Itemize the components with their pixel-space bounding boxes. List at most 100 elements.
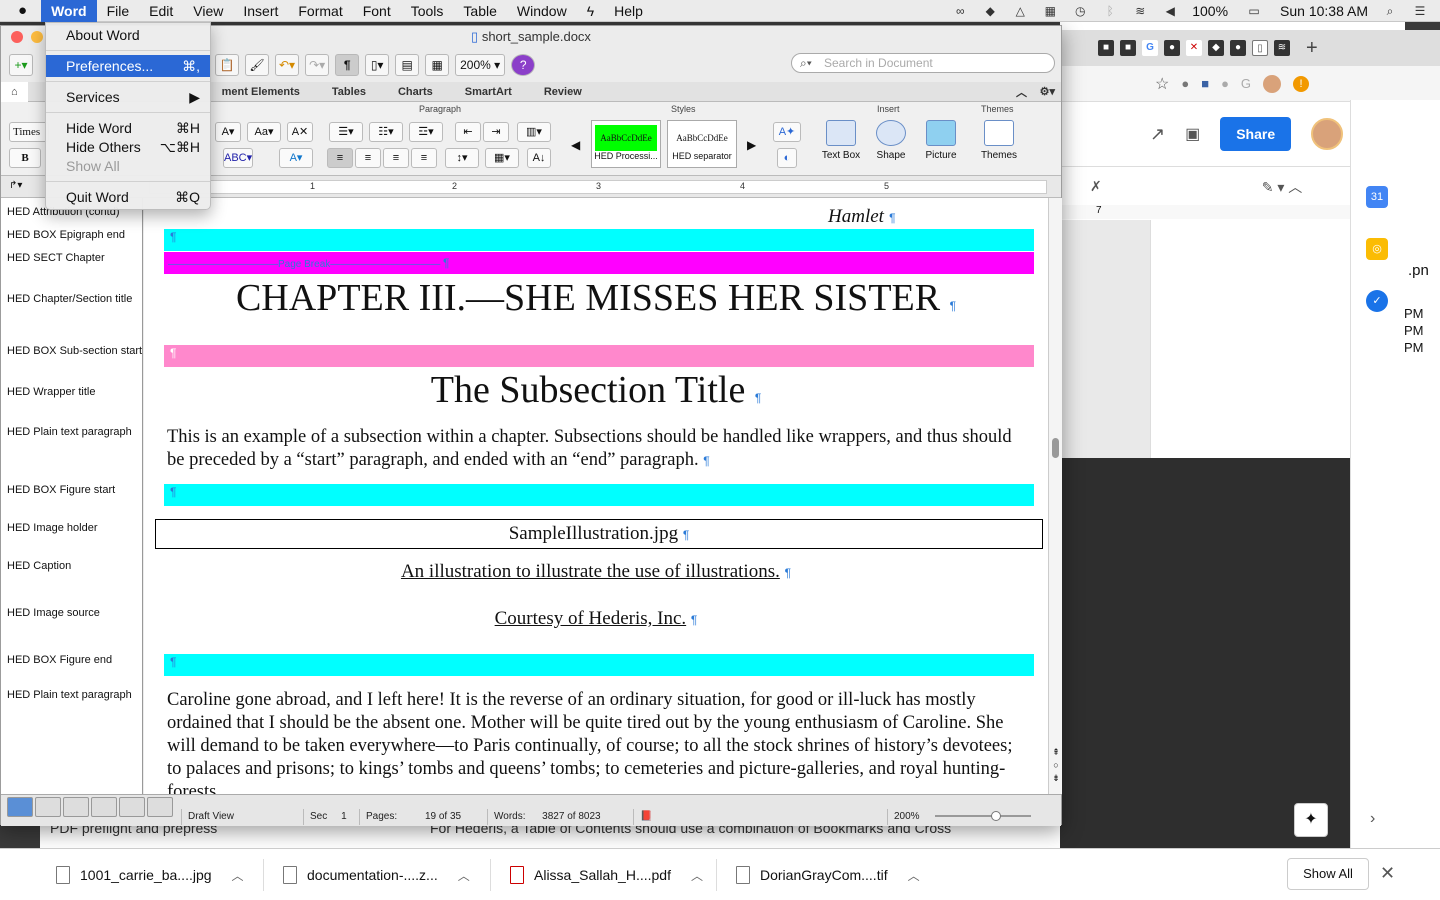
battery-icon[interactable]: ▭ [1242, 4, 1266, 18]
style-hed-processing[interactable]: AaBbCcDdEe HED Processi... [591, 120, 661, 168]
dropbox-icon[interactable]: ◆ [982, 4, 998, 18]
page-icon[interactable]: ▯ [1252, 40, 1268, 56]
docker-icon[interactable]: ▦ [1042, 4, 1058, 18]
fullscreen-view-button[interactable] [147, 797, 173, 817]
menu-format[interactable]: Format [288, 0, 352, 22]
alert-icon[interactable]: ! [1293, 75, 1310, 92]
close-icon[interactable]: ✕ [1380, 863, 1395, 884]
search-input[interactable]: ⌕▾ Search in Document [791, 53, 1055, 73]
undo-icon[interactable]: ↶▾ [275, 54, 300, 76]
menu-table[interactable]: Table [453, 0, 506, 22]
justify-button[interactable]: ≡ [411, 148, 437, 168]
gallery-icon[interactable]: ▤ [395, 54, 420, 76]
zoom-slider-knob[interactable] [991, 811, 1001, 821]
git-icon[interactable]: ◆ [1208, 40, 1224, 56]
share-button[interactable]: Share [1220, 117, 1292, 151]
zoom-slider[interactable] [935, 811, 1031, 821]
notification-center-icon[interactable]: ☰ [1412, 4, 1428, 18]
decrease-indent-button[interactable]: ⇤ [455, 122, 481, 142]
columns-button[interactable]: ▥▾ [517, 122, 551, 142]
time-machine-icon[interactable]: ◷ [1072, 4, 1088, 18]
chevron-up-icon[interactable]: ︿ [458, 867, 470, 884]
download-item[interactable]: 1001_carrie_ba....jpg ︿ [56, 861, 244, 889]
bluetooth-icon[interactable]: ᛒ [1102, 4, 1118, 18]
page-nav-icon[interactable]: ⇞ ○ ⇟ [1050, 746, 1062, 785]
align-center-button[interactable]: ≡ [355, 148, 381, 168]
bookmark-icon[interactable]: ■ [1201, 76, 1209, 91]
change-case-button[interactable]: Aa▾ [247, 122, 281, 142]
edit-mode-icon[interactable]: ✎ ▾ ︿ [1262, 177, 1303, 197]
google-icon[interactable]: G [1142, 40, 1158, 56]
show-pilcrow-button[interactable]: ¶ [335, 54, 360, 76]
align-right-button[interactable]: ≡ [383, 148, 409, 168]
multilevel-button[interactable]: ☲▾ [409, 122, 443, 142]
publishing-view-button[interactable] [63, 797, 89, 817]
new-doc-icon[interactable]: +▾ [9, 54, 33, 76]
grow-font-button[interactable]: A▾ [215, 122, 241, 142]
themes-button[interactable]: Themes [973, 120, 1025, 172]
bullets-button[interactable]: ☰▾ [329, 122, 363, 142]
chevron-right-icon[interactable]: › [1370, 810, 1375, 828]
help-icon[interactable]: ? [511, 54, 536, 76]
tab-smartart[interactable]: SmartArt [449, 82, 528, 102]
line-spacing-button[interactable]: ↕▾ [445, 148, 479, 168]
comment-icon[interactable]: ▣ [1185, 124, 1200, 144]
extension-icon[interactable]: ✕ [1186, 40, 1202, 56]
grammarly-icon[interactable]: G [1241, 76, 1251, 91]
bold-button[interactable]: B [9, 148, 41, 168]
align-left-button[interactable]: ≡ [327, 148, 353, 168]
pinterest-icon[interactable]: ● [1181, 76, 1189, 91]
sort-button[interactable]: A↓ [527, 148, 551, 168]
extension-icon[interactable]: ≋ [1274, 40, 1290, 56]
script-icon[interactable]: ϟ [577, 0, 604, 22]
download-item[interactable]: documentation-....z... ︿ [283, 861, 470, 889]
clock[interactable]: Sun 10:38 AM [1280, 3, 1368, 19]
quit-word-item[interactable]: Quit Word ⌘Q [46, 186, 210, 208]
increase-indent-button[interactable]: ⇥ [483, 122, 509, 142]
zoom-select[interactable]: 200% ▾ [455, 54, 506, 76]
chevron-up-icon[interactable]: ︿ [232, 867, 244, 884]
font-name-field[interactable]: Times [9, 122, 49, 142]
ribbon-settings-icon[interactable]: ⚙▾ [1040, 85, 1055, 98]
volume-icon[interactable]: ◀ [1162, 4, 1178, 18]
outline-view-button[interactable] [35, 797, 61, 817]
tab-tables[interactable]: Tables [316, 82, 382, 102]
numbering-button[interactable]: ☷▾ [369, 122, 403, 142]
ruler[interactable]: 1 2 3 4 5 [149, 180, 1047, 194]
clear-format-icon[interactable]: ✗ [1090, 178, 1102, 195]
styles-pane-button[interactable]: A✦ [773, 122, 801, 142]
profile-avatar[interactable] [1263, 74, 1282, 93]
battery-percent[interactable]: 100% [1192, 3, 1228, 19]
format-painter-icon[interactable]: 🖌 [245, 54, 269, 76]
vertical-scrollbar[interactable]: ⇞ ○ ⇟ [1048, 198, 1062, 794]
insert-shape-button[interactable]: Shape [865, 120, 917, 172]
print-layout-button[interactable] [91, 797, 117, 817]
avatar[interactable] [1311, 118, 1344, 150]
tab-charts[interactable]: Charts [382, 82, 449, 102]
menu-file[interactable]: File [97, 0, 140, 22]
show-all-button[interactable]: Show All [1287, 858, 1369, 890]
spotlight-search-icon[interactable]: ⌕ [1382, 4, 1398, 18]
about-word-item[interactable]: About Word [46, 24, 210, 46]
calendar-icon[interactable]: 31 [1366, 186, 1388, 208]
style-hed-separator[interactable]: AaBbCcDdEe HED separator [667, 120, 737, 168]
menu-view[interactable]: View [183, 0, 233, 22]
spelling-icon[interactable]: 📕 [633, 809, 661, 825]
menu-window[interactable]: Window [507, 0, 577, 22]
font-color-button[interactable]: A▾ [279, 148, 313, 168]
tasks-icon[interactable]: ✓ [1366, 290, 1388, 312]
creative-cloud-icon[interactable]: ∞ [952, 4, 968, 18]
tab-selector-icon[interactable]: ↱▾ [9, 180, 22, 191]
download-item[interactable]: DorianGrayCom....tif ︿ [736, 861, 920, 889]
wifi-icon[interactable]: ≋ [1132, 4, 1148, 18]
keep-icon[interactable]: ◎ [1366, 238, 1388, 260]
apple-icon[interactable]: ● [0, 0, 41, 22]
github-icon[interactable]: ● [1230, 40, 1246, 56]
extension-icon[interactable]: ■ [1120, 40, 1136, 56]
menu-edit[interactable]: Edit [139, 0, 183, 22]
preferences-item[interactable]: Preferences... ⌘, [46, 55, 210, 77]
chevron-up-icon[interactable]: ︿ [908, 867, 920, 884]
menu-help[interactable]: Help [604, 0, 653, 22]
assistant-button[interactable]: ✦ [1294, 803, 1328, 837]
services-item[interactable]: Services ▶ [46, 86, 210, 108]
